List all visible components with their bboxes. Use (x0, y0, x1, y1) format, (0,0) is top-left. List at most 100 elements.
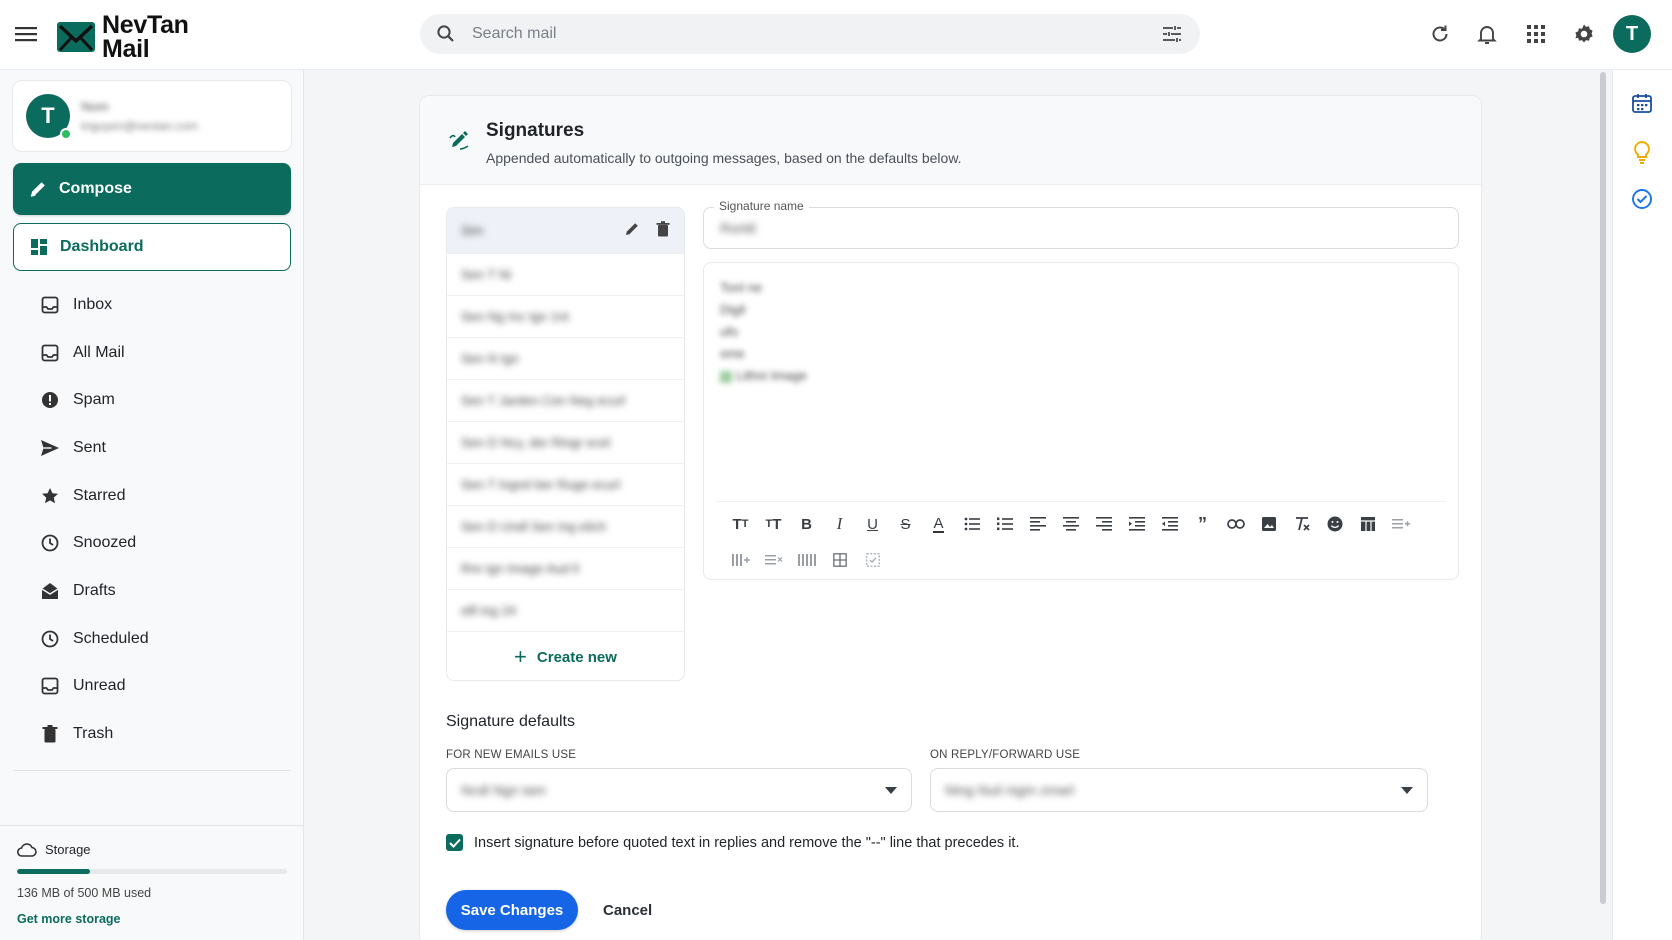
numbered-list-icon[interactable] (988, 511, 1021, 537)
dashboard-label: Dashboard (60, 238, 144, 255)
edit-icon[interactable] (624, 221, 640, 237)
send-icon (39, 437, 61, 459)
bullet-list-icon[interactable] (955, 511, 988, 537)
signature-list-item-selected[interactable]: Sim (447, 208, 684, 254)
sidebar-item-starred[interactable]: Starred (13, 472, 291, 520)
signature-list-item-label: Sen D Undl Sen Ing elich (461, 519, 607, 534)
search-input[interactable] (472, 14, 1112, 54)
sidebar-divider (13, 770, 291, 771)
signature-list-item[interactable]: Sen D Undl Sen Ing elich (447, 506, 684, 548)
signature-list-item[interactable]: Sen N Ign (447, 338, 684, 380)
get-more-storage-link[interactable]: Get more storage (17, 912, 121, 926)
insert-column-icon[interactable] (724, 547, 757, 573)
signature-list-item-label: Sen D Ncy, der Ringr ecel (461, 435, 611, 450)
new-emails-signature-select[interactable]: Ncdl Ngn tam (446, 768, 912, 812)
user-avatar[interactable]: T (1613, 15, 1651, 53)
sidebar-item-label: Trash (73, 725, 114, 743)
signature-list-item[interactable]: Sen D Ncy, der Ringr ecel (447, 422, 684, 464)
checkbox-icon[interactable] (856, 547, 889, 573)
align-left-icon[interactable] (1021, 511, 1054, 537)
signatures-card: Signatures Appended automatically to out… (419, 95, 1482, 940)
align-right-icon[interactable] (1087, 511, 1120, 537)
sidebar-item-label: Inbox (73, 295, 113, 313)
sidebar-item-trash[interactable]: Trash (13, 710, 291, 758)
signature-list-item[interactable]: Sen Ng Inc Ign 1nt (447, 296, 684, 338)
font-size-icon[interactable]: TT (724, 511, 757, 537)
signature-list-item[interactable]: elll ing 24 (447, 590, 684, 632)
grid-icon[interactable] (823, 547, 856, 573)
insert-before-quoted-checkbox[interactable] (446, 834, 463, 851)
cancel-button[interactable]: Cancel (603, 890, 652, 930)
create-new-signature-button[interactable]: + Create new (447, 634, 684, 680)
signature-list-item-label: Sen Ng Inc Ign 1nt (461, 309, 569, 324)
formatting-toolbar: TT TT B I U S A ” (724, 511, 1444, 573)
delete-icon[interactable] (656, 221, 670, 237)
tasks-check-icon[interactable] (1631, 188, 1655, 212)
signature-list-item[interactable]: Sen T Jarden Cen Neg ecurl (447, 380, 684, 422)
spam-icon (39, 389, 61, 411)
pencil-icon (13, 180, 59, 198)
sidebar-item-spam[interactable]: Spam (13, 376, 291, 424)
bell-icon[interactable] (1475, 22, 1499, 46)
compose-label: Compose (59, 180, 132, 197)
sidebar-item-all-mail[interactable]: All Mail (13, 329, 291, 377)
delete-row-icon[interactable] (757, 547, 790, 573)
bold-icon[interactable]: B (790, 511, 823, 537)
table-icon[interactable] (1351, 511, 1384, 537)
mailbox-nav: Inbox All Mail Spam Sent Starred Snoozed… (13, 281, 291, 758)
tune-icon[interactable] (1162, 25, 1182, 43)
all-mail-icon (39, 342, 61, 364)
sidebar-item-snoozed[interactable]: Snoozed (13, 519, 291, 567)
account-email: tnguyen@nevtan.com (81, 119, 198, 133)
reply-forward-signature-select[interactable]: Ning Nuil nigm zmarl (930, 768, 1428, 812)
underline-icon[interactable]: U (856, 511, 889, 537)
apps-grid-icon[interactable] (1524, 22, 1548, 46)
signature-list-item-label: Sim (461, 223, 484, 238)
sidebar-item-inbox[interactable]: Inbox (13, 281, 291, 329)
dashboard-button[interactable]: Dashboard (13, 223, 291, 271)
storage-panel: Storage 136 MB of 500 MB used Get more s… (0, 825, 304, 926)
page-subtitle: Appended automatically to outgoing messa… (486, 150, 962, 166)
sidebar: T Nom tnguyen@nevtan.com Compose Dashboa… (0, 70, 304, 940)
text-color-icon[interactable]: A (922, 511, 955, 537)
delete-column-icon[interactable] (790, 547, 823, 573)
signature-list-item[interactable]: Rre Ign Image Aud ll (447, 548, 684, 590)
signature-pen-icon (448, 129, 470, 151)
sidebar-item-sent[interactable]: Sent (13, 424, 291, 472)
signature-editor[interactable]: Tonl ne Digil ufo sme Lithni Image TT TT… (703, 262, 1459, 580)
sidebar-item-drafts[interactable]: Drafts (13, 567, 291, 615)
signature-editor-content[interactable]: Tonl ne Digil ufo sme Lithni Image (720, 277, 807, 387)
text-height-icon[interactable]: TT (757, 511, 790, 537)
scrollbar-thumb[interactable] (1600, 72, 1606, 904)
quote-icon[interactable]: ” (1186, 511, 1219, 537)
link-icon[interactable] (1219, 511, 1252, 537)
italic-icon[interactable]: I (823, 511, 856, 537)
indent-decrease-icon[interactable] (1120, 511, 1153, 537)
gear-icon[interactable] (1572, 22, 1596, 46)
sidebar-item-scheduled[interactable]: Scheduled (13, 615, 291, 663)
emoji-icon[interactable] (1318, 511, 1351, 537)
refresh-icon[interactable] (1428, 22, 1452, 46)
signature-list-item[interactable]: Sen T Ni (447, 254, 684, 296)
toolbar-divider (716, 501, 1446, 502)
indent-increase-icon[interactable] (1153, 511, 1186, 537)
save-changes-button[interactable]: Save Changes (446, 890, 578, 930)
strikethrough-icon[interactable]: S (889, 511, 922, 537)
signature-defaults-heading: Signature defaults (446, 713, 575, 730)
account-card[interactable]: T Nom tnguyen@nevtan.com (12, 80, 292, 152)
align-center-icon[interactable] (1054, 511, 1087, 537)
signature-list-item[interactable]: Sen T Ingrel ber Ruge ecurl (447, 464, 684, 506)
image-icon[interactable] (1252, 511, 1285, 537)
menu-icon[interactable] (15, 24, 37, 44)
calendar-icon[interactable] (1631, 92, 1655, 116)
sidebar-item-unread[interactable]: Unread (13, 663, 291, 711)
sidebar-item-label: Scheduled (73, 629, 149, 647)
signature-name-field[interactable]: Signature name Rontil (703, 199, 1459, 249)
sidebar-item-label: Sent (73, 438, 106, 456)
search-icon[interactable] (436, 24, 456, 44)
app-logo[interactable]: NevTan Mail (56, 13, 189, 62)
clear-format-icon[interactable] (1285, 511, 1318, 537)
compose-button[interactable]: Compose (13, 163, 291, 215)
lightbulb-icon[interactable] (1631, 140, 1655, 164)
insert-row-icon[interactable] (1384, 511, 1417, 537)
